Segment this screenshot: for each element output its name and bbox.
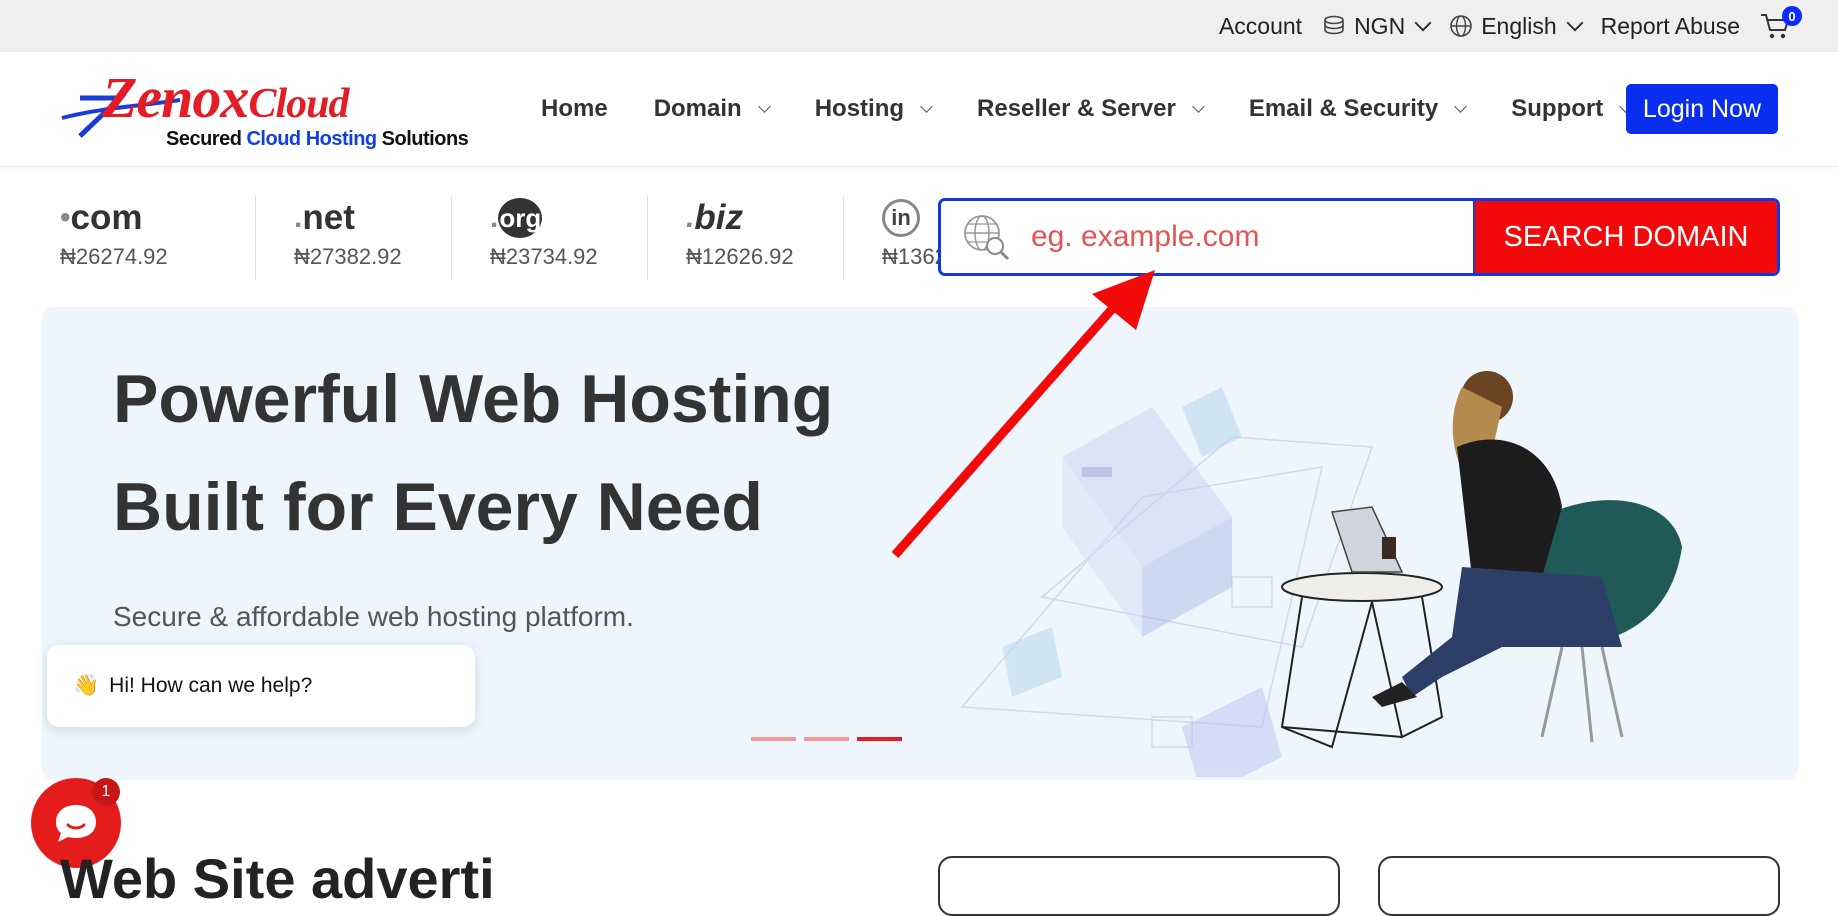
chat-greeting-text: Hi! How can we help? xyxy=(109,674,313,697)
tld-ext: . net xyxy=(294,198,355,237)
chat-icon xyxy=(56,805,96,842)
nav-label: Hosting xyxy=(814,95,905,122)
hero-illustration xyxy=(960,371,1682,777)
tld-price: ₦23734.92 xyxy=(490,244,598,269)
account-link[interactable]: Account xyxy=(1219,13,1302,40)
language-selector[interactable]: English xyxy=(1449,12,1584,40)
nav-reseller-server[interactable]: Reseller & Server xyxy=(977,95,1205,123)
chevron-down-icon xyxy=(1566,14,1584,32)
nav-label: Email & Security xyxy=(1248,95,1439,122)
site-logo[interactable]: ZenoxCloud Secured Cloud Hosting Solutio… xyxy=(60,64,469,156)
wave-icon: 👋 xyxy=(73,674,100,697)
domain-search-input[interactable] xyxy=(1031,201,1473,273)
tld-item-org[interactable]: . org ₦23734.92 xyxy=(452,196,648,280)
tld-ext-text: org xyxy=(499,202,542,233)
carousel-dot[interactable] xyxy=(804,737,849,741)
globe-icon xyxy=(1450,15,1472,37)
nav-email-security[interactable]: Email & Security xyxy=(1248,95,1468,123)
coins-icon xyxy=(1324,15,1344,35)
chevron-down-icon xyxy=(1414,14,1432,32)
currency-selector[interactable]: NGN xyxy=(1322,12,1432,40)
chevron-down-icon xyxy=(920,100,933,113)
chevron-down-icon xyxy=(1191,100,1205,113)
hero-title: Powerful Web Hosting Built for Every Nee… xyxy=(113,345,933,561)
carousel-dot[interactable] xyxy=(751,737,796,741)
logo-main-text: Zenox xyxy=(102,65,249,130)
feature-card[interactable] xyxy=(1378,856,1780,916)
domain-search-box: SEARCH DOMAIN xyxy=(938,198,1780,276)
tld-item-biz[interactable]: . biz ₦12626.92 xyxy=(648,196,844,280)
logo-cloud-text: Cloud xyxy=(248,81,349,127)
chat-greeting-bubble[interactable]: 👋 Hi! How can we help? xyxy=(47,645,475,727)
tld-price: ₦26274.92 xyxy=(60,244,168,269)
hero-title-line: Powerful Web Hosting xyxy=(113,361,834,437)
cart-button[interactable]: 0 xyxy=(1760,6,1802,40)
logo-tagline: Secured Cloud Hosting Solutions xyxy=(166,128,469,151)
hero-subtitle: Secure & affordable web hosting platform… xyxy=(113,601,634,632)
tld-price: ₦12626.92 xyxy=(686,244,794,269)
tld-ext-text: net xyxy=(302,198,355,237)
nav-support[interactable]: Support xyxy=(1511,95,1633,123)
feature-card[interactable] xyxy=(938,856,1340,916)
section-title: Web Site adverti xyxy=(60,847,495,910)
tld-item-com[interactable]: • com ₦26274.92 xyxy=(60,196,256,280)
chevron-down-icon xyxy=(1454,100,1468,113)
nav-domain[interactable]: Domain xyxy=(653,95,771,123)
in-badge-icon: in xyxy=(882,199,920,237)
nav-label: Support xyxy=(1511,95,1604,122)
login-button[interactable]: Login Now xyxy=(1626,84,1778,134)
top-utility-items: Account NGN English Report Abuse 0 xyxy=(1219,0,1802,52)
tld-item-net[interactable]: . net ₦27382.92 xyxy=(256,196,452,280)
tld-ext-text: com xyxy=(70,198,143,237)
main-nav: Home Domain Hosting Reseller & Server Em… xyxy=(541,52,1633,166)
tld-ext: • com xyxy=(60,198,143,237)
hero-title-line: Built for Every Need xyxy=(113,469,763,545)
report-abuse-link[interactable]: Report Abuse xyxy=(1601,13,1740,40)
nav-hosting[interactable]: Hosting xyxy=(814,95,933,123)
org-badge-icon: org xyxy=(498,198,543,238)
language-label: English xyxy=(1481,12,1557,39)
tld-price: ₦27382.92 xyxy=(294,244,402,269)
tld-ext: . biz xyxy=(686,198,743,237)
logo-tag-part: Cloud Hosting xyxy=(246,128,377,150)
chevron-down-icon xyxy=(757,100,771,113)
logo-wordmark: ZenoxCloud xyxy=(102,64,349,131)
logo-tag-part: Secured xyxy=(166,128,247,150)
chat-unread-badge: 1 xyxy=(92,778,120,806)
logo-tag-part: Solutions xyxy=(376,128,469,150)
account-label: Account xyxy=(1218,12,1303,39)
tld-ext-text: in xyxy=(891,205,911,230)
carousel-dot-active[interactable] xyxy=(857,737,902,741)
nav-label: Domain xyxy=(653,95,742,122)
report-abuse-label: Report Abuse xyxy=(1600,12,1740,39)
nav-label: Home xyxy=(541,95,608,122)
currency-label: NGN xyxy=(1354,12,1406,39)
cart-count-badge: 0 xyxy=(1782,6,1802,26)
tld-price-strip: • com ₦26274.92 . net ₦27382.92 . org ₦2373… xyxy=(60,196,974,280)
search-domain-button[interactable]: SEARCH DOMAIN xyxy=(1473,201,1777,273)
nav-home[interactable]: Home xyxy=(541,95,608,123)
nav-label: Reseller & Server xyxy=(977,95,1176,122)
top-utility-bar: Account NGN English Report Abuse 0 xyxy=(0,0,1838,53)
tld-ext-text: biz xyxy=(694,198,743,237)
tld-ext: . org xyxy=(490,196,647,240)
carousel-indicators xyxy=(751,737,902,741)
main-header: ZenoxCloud Secured Cloud Hosting Solutio… xyxy=(0,52,1838,167)
globe-search-icon xyxy=(941,201,1031,273)
